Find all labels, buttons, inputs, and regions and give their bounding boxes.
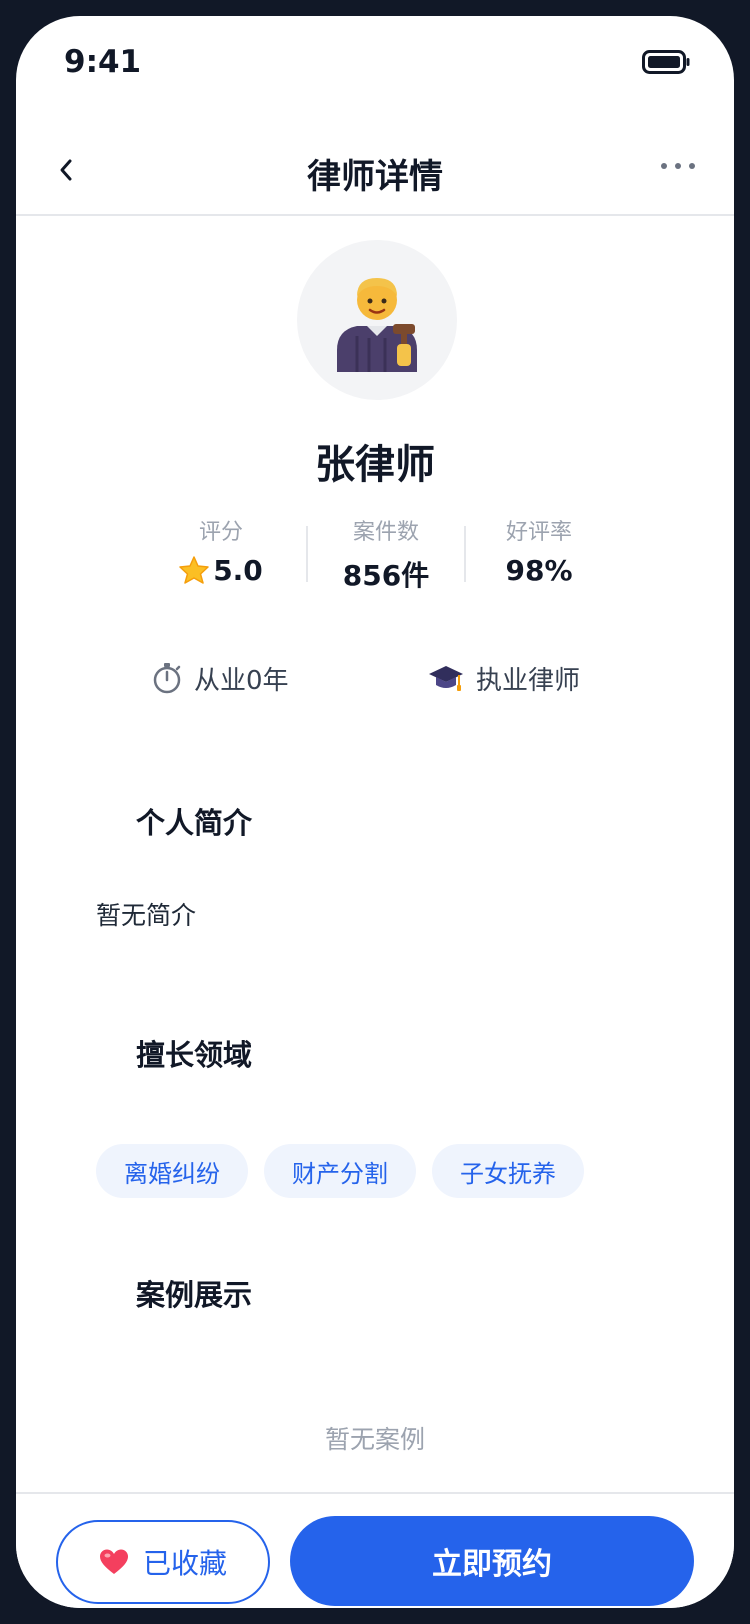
expertise-tag[interactable]: 财产分割 xyxy=(264,1144,416,1198)
stats-row: 评分 5.0 案件数 856件 好评率 98% xyxy=(156,514,596,594)
stats-divider xyxy=(306,526,308,582)
stopwatch-icon xyxy=(153,663,181,694)
judge-avatar-icon xyxy=(337,278,417,372)
battery-icon xyxy=(642,50,690,74)
book-now-label: 立即预约 xyxy=(432,1547,552,1582)
stat-praise-label: 好评率 xyxy=(505,520,572,545)
stat-rating-value-wrap: 5.0 xyxy=(156,554,286,587)
page-title: 律师详情 xyxy=(307,157,443,197)
lawyer-name: 张律师 xyxy=(315,442,435,488)
stat-cases-value: 856件 xyxy=(342,559,430,592)
stat-cases-label: 案件数 xyxy=(352,520,419,545)
stat-rating: 评分 5.0 xyxy=(156,514,286,587)
stat-rating-label: 评分 xyxy=(198,520,243,545)
expertise-section-title: 擅长领域 xyxy=(136,1038,253,1072)
stat-praise-value: 98% xyxy=(505,554,573,587)
favorite-button[interactable]: 已收藏 xyxy=(56,1520,270,1604)
expertise-tag[interactable]: 子女抚养 xyxy=(432,1144,584,1198)
info-row: 从业0年 执业律师 xyxy=(16,658,734,698)
stat-rating-value: 5.0 xyxy=(213,554,263,587)
stat-praise: 好评率 98% xyxy=(474,514,604,587)
graduation-cap-icon xyxy=(429,666,463,691)
more-icon[interactable] xyxy=(660,161,696,171)
star-icon xyxy=(179,556,209,584)
phone-screen: 9:41 律师详情 张律师 评分 5.0 案件数 856件 好评率 98% 从业… xyxy=(16,16,734,1608)
license-info: 执业律师 xyxy=(428,658,580,698)
license-text: 执业律师 xyxy=(476,665,581,696)
book-now-button[interactable]: 立即预约 xyxy=(290,1516,694,1606)
cases-empty-text: 暂无案例 xyxy=(324,1425,425,1454)
favorite-label: 已收藏 xyxy=(142,1547,227,1580)
stats-divider xyxy=(464,526,466,582)
bottom-action-bar: 已收藏 立即预约 xyxy=(16,1492,734,1608)
nav-bar: 律师详情 xyxy=(16,121,734,216)
experience-text: 从业0年 xyxy=(194,665,289,696)
expertise-tag[interactable]: 离婚纠纷 xyxy=(96,1144,248,1198)
expertise-tags: 离婚纠纷 财产分割 子女抚养 xyxy=(96,1144,584,1198)
intro-text: 暂无简介 xyxy=(96,901,197,930)
intro-section-title: 个人简介 xyxy=(136,806,253,840)
experience-info: 从业0年 xyxy=(152,658,289,698)
stat-cases: 案件数 856件 xyxy=(321,514,451,594)
heart-icon xyxy=(99,1549,128,1574)
status-time: 9:41 xyxy=(64,44,142,80)
avatar xyxy=(297,240,457,400)
cases-section-title: 案例展示 xyxy=(136,1278,253,1312)
status-bar: 9:41 xyxy=(16,16,734,108)
